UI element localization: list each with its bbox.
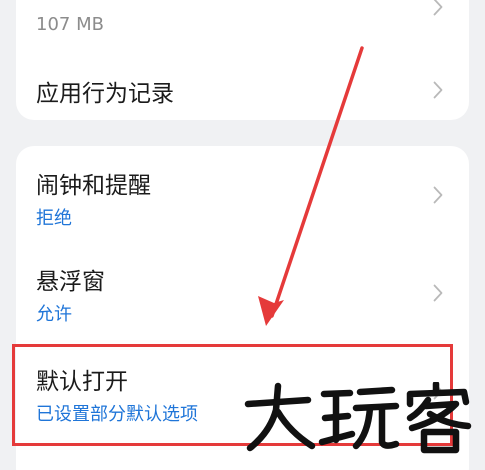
chevron-right-icon [433,0,443,16]
default-open-row[interactable]: 默认打开 已设置部分默认选项 [16,346,469,446]
alarm-reminder-label: 闹钟和提醒 [36,173,151,199]
chevron-right-icon [433,382,443,400]
floating-window-row[interactable]: 悬浮窗 允许 [16,242,469,342]
default-open-status: 已设置部分默认选项 [36,404,198,425]
chevron-right-icon [433,81,443,99]
storage-card: 107 MB 应用行为记录 [16,0,469,120]
floating-window-label: 悬浮窗 [36,269,105,295]
storage-row[interactable]: 107 MB [16,0,469,44]
app-info-page: 107 MB 应用行为记录 闹钟和提醒 拒绝 悬浮窗 允许 默认打开 已设置部分… [0,0,485,470]
permissions-card: 闹钟和提醒 拒绝 悬浮窗 允许 默认打开 已设置部分默认选项 [16,146,469,470]
default-open-label: 默认打开 [36,369,128,395]
chevron-right-icon [433,284,443,302]
app-behavior-log-label: 应用行为记录 [36,81,174,107]
alarm-reminder-row[interactable]: 闹钟和提醒 拒绝 [16,146,469,242]
floating-window-status: 允许 [36,304,72,325]
chevron-right-icon [433,186,443,204]
alarm-reminder-status: 拒绝 [36,208,72,229]
storage-size: 107 MB [36,14,104,35]
app-behavior-log-row[interactable]: 应用行为记录 [16,52,469,120]
